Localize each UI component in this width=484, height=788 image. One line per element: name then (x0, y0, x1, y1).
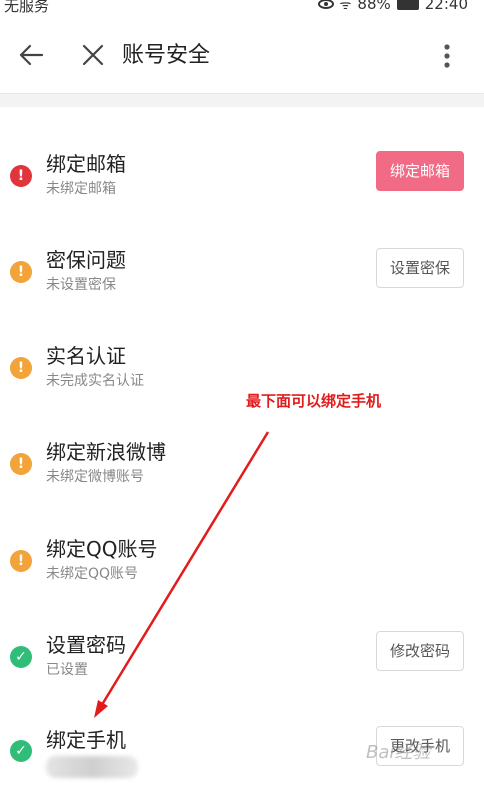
battery-percent: 88% (357, 0, 391, 13)
item-title: 绑定新浪微博 (46, 440, 166, 464)
section-divider (0, 95, 484, 107)
masked-phone-number (46, 756, 138, 778)
item-title: 实名认证 (46, 344, 126, 368)
item-subtitle: 未设置密保 (46, 277, 116, 293)
page-title: 账号安全 (122, 43, 211, 68)
more-options-icon[interactable] (440, 42, 454, 70)
warning-icon: ! (10, 261, 32, 283)
list-item-bind-email[interactable]: ! 绑定邮箱 未绑定邮箱 绑定邮箱 (0, 124, 484, 220)
battery-icon (396, 0, 419, 10)
bind-email-button[interactable]: 绑定邮箱 (376, 151, 464, 191)
item-subtitle: 已设置 (46, 662, 88, 678)
item-subtitle: 未完成实名认证 (46, 373, 144, 389)
app-bar: 账号安全 (0, 16, 484, 94)
item-title: 绑定QQ账号 (46, 537, 158, 561)
item-subtitle: 未绑定邮箱 (46, 181, 116, 197)
eye-icon (317, 0, 334, 9)
item-title: 密保问题 (46, 248, 126, 272)
list-item-bind-weibo[interactable]: ! 绑定新浪微博 未绑定微博账号 (0, 412, 484, 508)
warning-icon: ! (10, 453, 32, 475)
error-icon: ! (10, 165, 32, 187)
watermark: Bai经验 (366, 742, 431, 763)
item-subtitle: 未绑定微博账号 (46, 469, 144, 485)
back-arrow-icon[interactable] (18, 42, 44, 68)
carrier-label: 无服务 (4, 0, 50, 15)
clock: 22:40 (424, 0, 468, 13)
annotation-text: 最下面可以绑定手机 (246, 392, 382, 410)
status-bar: 无服务 ᯤ 88% 22:40 (0, 0, 484, 16)
list-item-bind-qq[interactable]: ! 绑定QQ账号 未绑定QQ账号 (0, 509, 484, 605)
list-item-security-question[interactable]: ! 密保问题 未设置密保 设置密保 (0, 220, 484, 316)
item-subtitle: 未绑定QQ账号 (46, 566, 139, 582)
check-icon: ✓ (10, 646, 32, 668)
item-title: 设置密码 (46, 633, 126, 657)
warning-icon: ! (10, 357, 32, 379)
item-title: 绑定邮箱 (46, 152, 126, 176)
change-password-button[interactable]: 修改密码 (376, 631, 464, 671)
list-item-real-name[interactable]: ! 实名认证 未完成实名认证 (0, 316, 484, 412)
status-icons: ᯤ 88% 22:40 (317, 0, 468, 13)
item-title: 绑定手机 (46, 728, 126, 752)
set-security-question-button[interactable]: 设置密保 (376, 248, 464, 288)
close-icon[interactable] (80, 42, 106, 68)
list-item-set-password[interactable]: ✓ 设置密码 已设置 修改密码 (0, 605, 484, 701)
warning-icon: ! (10, 550, 32, 572)
check-icon: ✓ (10, 740, 32, 762)
wifi-icon: ᯤ (339, 0, 352, 13)
